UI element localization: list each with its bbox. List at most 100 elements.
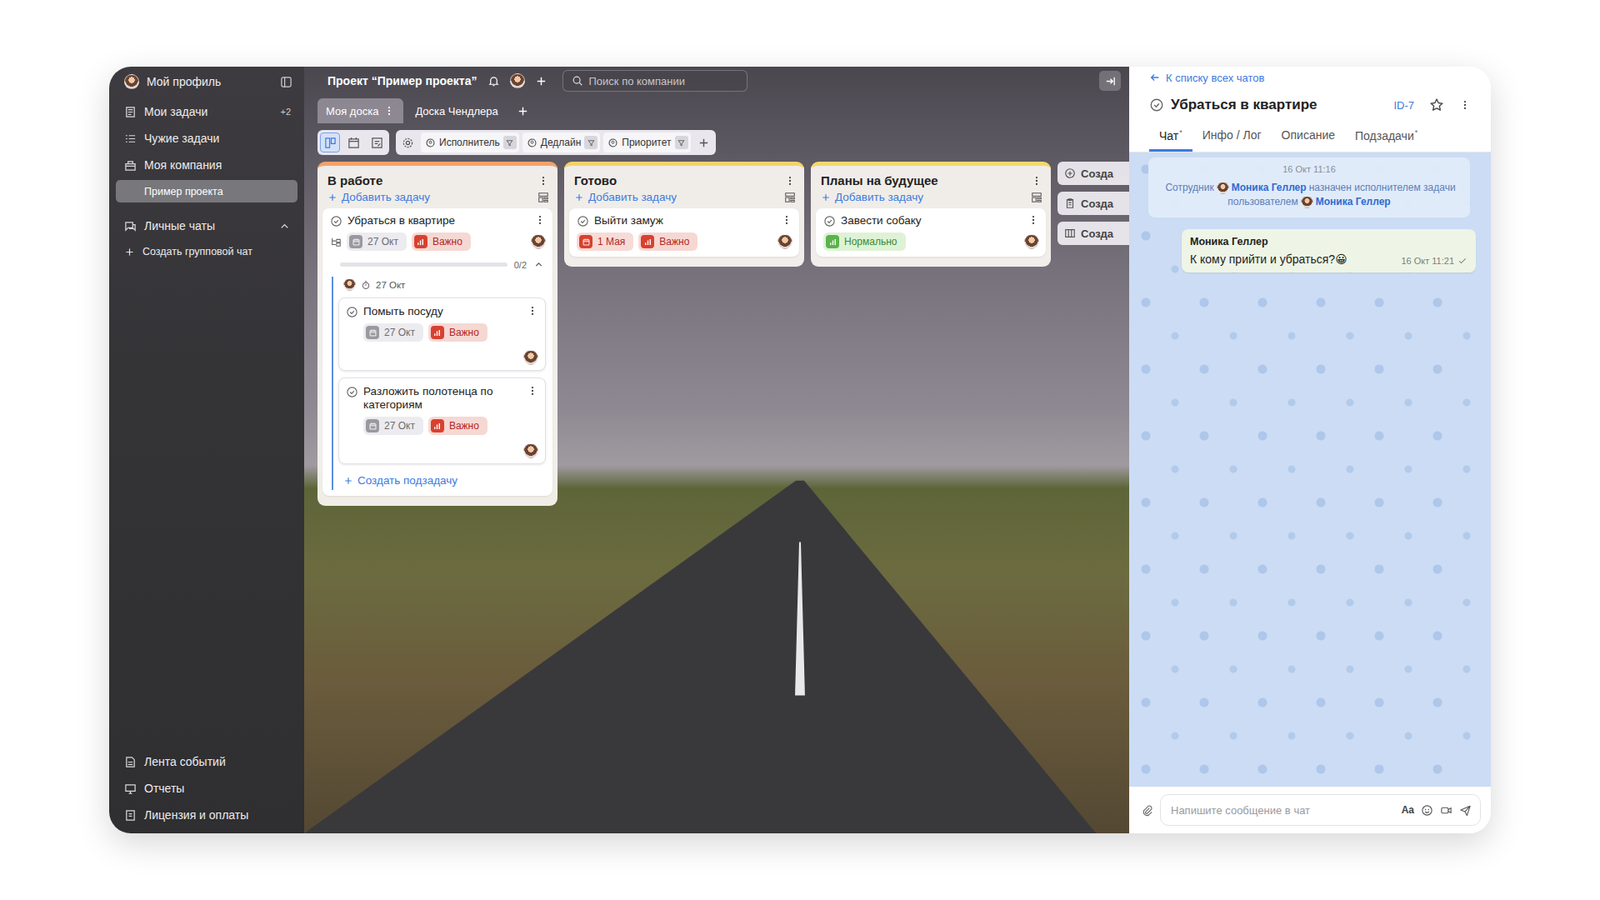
template-icon[interactable] — [537, 191, 550, 204]
check-circle-icon[interactable] — [345, 385, 359, 399]
subtask-progress[interactable]: 0/2 — [330, 259, 546, 270]
priority-chip[interactable]: Важно — [428, 416, 488, 435]
format-button[interactable]: Aa — [1401, 804, 1415, 816]
chevron-icon[interactable] — [533, 259, 545, 270]
subtask-card[interactable]: Разложить полотенца по категориям27 ОктВ… — [338, 377, 546, 465]
view-button[interactable] — [320, 132, 340, 153]
arrow-left-icon — [1149, 71, 1161, 84]
assignee-avatar[interactable] — [523, 443, 539, 459]
project-title: Проект “Пример проекта” — [327, 74, 478, 88]
task-card[interactable]: Завести собакуНормально — [815, 208, 1046, 257]
priority-chip[interactable]: Важно — [428, 323, 488, 342]
star-icon[interactable] — [1429, 97, 1445, 113]
send-icon[interactable] — [1459, 804, 1472, 817]
add-task-button[interactable]: Добавить задачу — [317, 189, 558, 209]
back-to-chats-link[interactable]: К списку всех чатов — [1129, 66, 1491, 89]
assignee-avatar[interactable] — [530, 234, 546, 250]
create-button[interactable]: Созда — [1057, 161, 1130, 185]
avatar[interactable] — [510, 73, 525, 89]
sidebar-collapse-icon[interactable] — [280, 75, 293, 89]
sidebar-bottom-item[interactable]: Лицензия и оплаты — [115, 801, 298, 829]
priority-chip[interactable]: Важно — [411, 232, 471, 251]
check-circle-icon[interactable] — [576, 215, 590, 228]
create-button[interactable]: Созда — [1057, 191, 1130, 215]
filter-button[interactable]: Дедлайн — [522, 132, 601, 153]
chat-tab[interactable]: Инфо / Лог — [1192, 123, 1272, 152]
kebab-icon[interactable] — [780, 214, 793, 226]
deadline-chip[interactable]: 27 Окт — [363, 416, 424, 435]
check-circle-icon[interactable] — [345, 305, 359, 319]
priority-chip[interactable]: Нормально — [823, 232, 906, 251]
deadline-chip[interactable]: 1 Мая — [576, 232, 634, 251]
create-subtask-button[interactable]: Создать подзадачу — [338, 470, 546, 489]
add-filter-icon[interactable] — [697, 136, 710, 150]
create-icon — [1064, 227, 1076, 240]
create-group-chat[interactable]: Создать групповой чат — [115, 239, 298, 265]
assignee-avatar[interactable] — [1024, 234, 1040, 250]
deadline-chip[interactable]: 27 Окт — [346, 232, 407, 251]
filter-button[interactable]: Приоритет — [603, 132, 690, 153]
board-tabs: Моя доскаДоска Чендлера — [304, 98, 1130, 124]
view-button[interactable] — [343, 132, 364, 153]
profile-row[interactable]: Мой профиль — [115, 69, 298, 95]
kebab-icon[interactable] — [526, 385, 539, 397]
filter-button[interactable]: Исполнитель — [420, 132, 520, 153]
chats-section-header[interactable]: Личные чаты — [115, 212, 298, 240]
view-button[interactable] — [366, 132, 387, 153]
sidebar-bottom-item[interactable]: Отчеты — [115, 775, 298, 802]
plus-icon[interactable] — [535, 75, 548, 88]
task-card[interactable]: Убраться в квартире27 ОктВажно0/227 ОктП… — [322, 208, 553, 496]
board-tab[interactable]: Доска Чендлера — [406, 98, 506, 124]
message-bubble[interactable]: Моника ГеллерК кому прийти и убраться?😀1… — [1181, 229, 1476, 273]
collapse-right-icon — [1104, 75, 1117, 88]
bell-icon[interactable] — [487, 75, 500, 88]
chat-tab[interactable]: Описание — [1271, 123, 1345, 152]
sidebar-bottom-item[interactable]: Лента событий — [115, 748, 298, 775]
kebab-icon[interactable] — [1030, 175, 1043, 187]
sidebar-item[interactable]: Мои задачи+2 — [115, 98, 298, 125]
chat-tab[interactable]: Чат* — [1149, 123, 1193, 152]
kebab-icon[interactable] — [537, 175, 550, 187]
task-id[interactable]: ID-7 — [1393, 99, 1415, 112]
sidebar-item[interactable]: Моя компания — [115, 151, 298, 179]
gear-icon[interactable] — [401, 136, 415, 150]
check-circle-icon[interactable] — [330, 215, 343, 228]
check-circle-icon[interactable] — [823, 215, 836, 228]
kebab-icon[interactable] — [1459, 99, 1471, 111]
add-task-button[interactable]: Добавить задачу — [564, 189, 805, 209]
kebab-icon[interactable] — [526, 305, 539, 317]
video-icon[interactable] — [1440, 804, 1453, 817]
kebab-icon[interactable] — [383, 105, 395, 117]
assignee-avatar[interactable] — [777, 234, 793, 250]
assignee-avatar[interactable] — [523, 350, 539, 365]
attach-icon[interactable] — [1140, 804, 1154, 817]
subtask-card[interactable]: Помыть посуду27 ОктВажно — [338, 297, 546, 371]
task-card[interactable]: Выйти замуж1 МаяВажно — [569, 208, 800, 257]
sidebar-item[interactable]: Чужие задачи — [115, 125, 298, 152]
template-icon[interactable] — [784, 191, 796, 204]
user-mention[interactable]: Моника Геллер — [1300, 195, 1391, 208]
project-header: Проект “Пример проекта” Поиск по компании — [304, 66, 1130, 95]
kebab-icon[interactable] — [1027, 214, 1040, 226]
kebab-icon[interactable] — [784, 175, 796, 187]
add-board-icon[interactable] — [516, 105, 530, 118]
kebab-icon[interactable] — [534, 214, 546, 226]
search-field[interactable]: Поиск по компании — [562, 70, 748, 92]
template-icon[interactable] — [1030, 191, 1043, 204]
message-input[interactable]: Напишите сообщение в чатAa — [1160, 794, 1481, 826]
sidebar-item[interactable]: Пример проекта — [115, 180, 298, 203]
plus-icon — [124, 246, 135, 258]
create-button[interactable]: Созда — [1057, 221, 1130, 245]
chat-tab[interactable]: Подзадачи* — [1345, 123, 1428, 152]
user-mention[interactable]: Моника Геллер — [1216, 181, 1307, 194]
close-panel-button[interactable] — [1099, 70, 1121, 91]
priority-chip[interactable]: Важно — [638, 232, 698, 251]
add-task-button[interactable]: Добавить задачу — [810, 189, 1051, 209]
check-circle-icon[interactable] — [1149, 97, 1165, 113]
timer-icon — [360, 280, 371, 290]
chat-title: Убраться в квартире — [1170, 96, 1318, 114]
nav-icon — [124, 782, 137, 795]
emoji-icon[interactable] — [1420, 804, 1434, 817]
board-tab[interactable]: Моя доска — [317, 98, 404, 124]
deadline-chip[interactable]: 27 Окт — [363, 323, 424, 342]
